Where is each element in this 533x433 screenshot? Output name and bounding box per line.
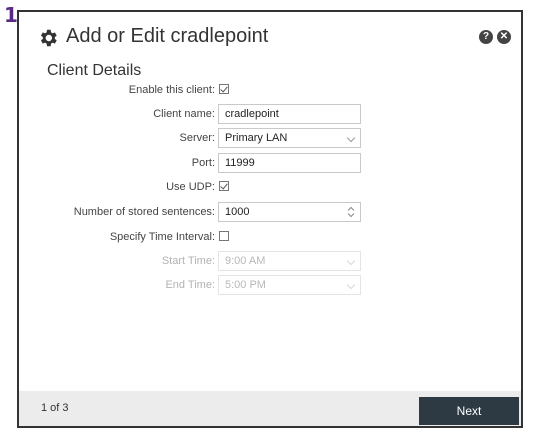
time-interval-label: Specify Time Interval: xyxy=(109,231,215,243)
close-icon[interactable]: ✕ xyxy=(497,30,511,44)
chevron-down-icon xyxy=(346,133,356,143)
step-number-badge: 1 xyxy=(4,3,18,27)
start-time-label: Start Time: xyxy=(161,255,215,267)
dialog-footer: 1 of 3 Next xyxy=(19,391,521,426)
end-time-value: 5:00 PM xyxy=(225,279,266,291)
port-input[interactable]: 11999 xyxy=(218,153,361,173)
client-name-row: Client name: cradlepoint xyxy=(19,103,499,125)
chevron-down-icon xyxy=(346,256,356,266)
enable-client-row: Enable this client: xyxy=(19,79,499,101)
stored-sentences-label: Number of stored sentences: xyxy=(73,206,215,218)
dialog-header: Add or Edit cradlepoint ? ✕ xyxy=(19,12,521,60)
port-label: Port: xyxy=(191,157,215,169)
start-time-row: Start Time: 9:00 AM xyxy=(19,250,499,272)
stored-sentences-row: Number of stored sentences: 1000 xyxy=(19,201,499,223)
use-udp-checkbox[interactable] xyxy=(219,181,229,191)
spinner-arrows-icon[interactable] xyxy=(347,206,355,218)
stored-sentences-value: 1000 xyxy=(225,206,250,218)
end-time-label: End Time: xyxy=(165,279,215,291)
server-value: Primary LAN xyxy=(225,132,288,144)
start-time-value: 9:00 AM xyxy=(225,255,266,267)
stored-sentences-stepper[interactable]: 1000 xyxy=(218,202,361,222)
use-udp-label: Use UDP: xyxy=(166,181,215,193)
server-row: Server: Primary LAN xyxy=(19,127,499,149)
time-interval-row: Specify Time Interval: xyxy=(19,226,499,248)
dialog-title: Add or Edit cradlepoint xyxy=(66,25,269,47)
section-title: Client Details xyxy=(47,62,142,79)
help-icon[interactable]: ? xyxy=(479,30,493,44)
client-name-label: Client name: xyxy=(153,108,215,120)
start-time-select[interactable]: 9:00 AM xyxy=(218,251,361,271)
chevron-down-icon xyxy=(346,280,356,290)
use-udp-row: Use UDP: xyxy=(19,176,499,198)
client-dialog: Add or Edit cradlepoint ? ✕ Client Detai… xyxy=(17,10,523,428)
page-indicator: 1 of 3 xyxy=(41,402,69,414)
port-row: Port: 11999 xyxy=(19,152,499,174)
client-name-input[interactable]: cradlepoint xyxy=(218,104,361,124)
next-button[interactable]: Next xyxy=(419,397,519,425)
enable-client-label: Enable this client: xyxy=(128,84,215,96)
end-time-select[interactable]: 5:00 PM xyxy=(218,275,361,295)
time-interval-checkbox[interactable] xyxy=(219,231,229,241)
server-label: Server: xyxy=(179,132,215,144)
gear-icon xyxy=(40,29,57,47)
enable-client-checkbox[interactable] xyxy=(219,84,229,94)
end-time-row: End Time: 5:00 PM xyxy=(19,274,499,296)
server-select[interactable]: Primary LAN xyxy=(218,128,361,148)
